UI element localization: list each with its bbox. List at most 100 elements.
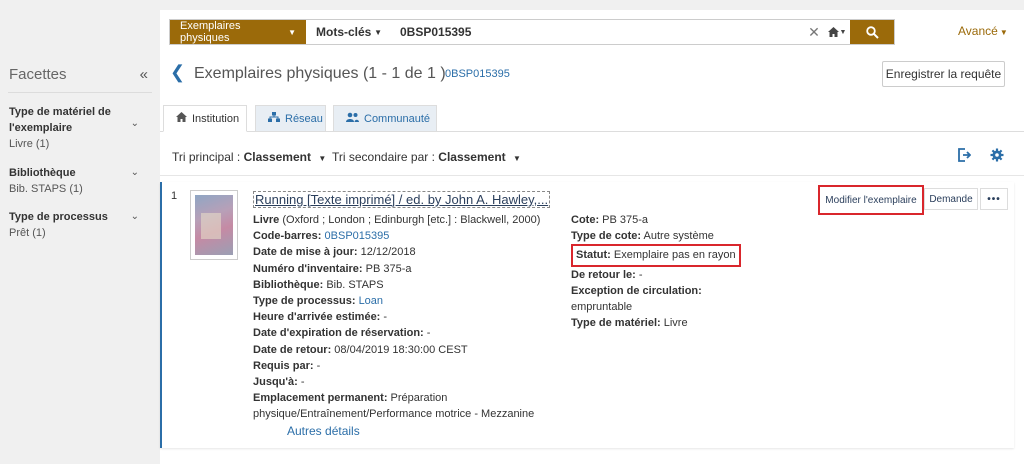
field-key: Exception de circulation:: [571, 284, 702, 297]
primary-sort-dropdown[interactable]: Tri principal : Classement ▼: [172, 150, 326, 164]
secondary-sort-value: Classement: [438, 150, 506, 164]
search-bar: Exemplaires physiques ▼ Mots-clés ▼ ✕ ▼: [169, 19, 895, 45]
field-value: PB 375-a: [599, 214, 649, 226]
field-key: Livre: [253, 214, 280, 226]
field-key: Heure d'arrivée estimée:: [253, 311, 381, 324]
primary-sort-value: Classement: [243, 150, 311, 164]
request-button[interactable]: Demande: [924, 188, 978, 210]
field-value: -: [635, 268, 643, 281]
field-row: Type de cote: Autre système: [571, 228, 851, 244]
cover-image: [195, 195, 233, 255]
home-icon: [176, 112, 187, 125]
field-key: Numéro d'inventaire:: [253, 262, 363, 275]
page-title: Exemplaires physiques (1 - 1 de 1 ): [194, 65, 446, 82]
field-value: -: [313, 359, 321, 372]
primary-sort-label: Tri principal :: [172, 150, 241, 164]
field-key: Code-barres:: [253, 230, 322, 243]
right-fields: Cote: PB 375-a Type de cote: Autre systè…: [571, 212, 851, 331]
field-value: empruntable: [571, 301, 633, 314]
barcode-link[interactable]: 0BSP015395: [325, 230, 390, 242]
field-value: -: [297, 376, 305, 389]
field-key: Type de matériel:: [571, 317, 661, 330]
field-value: (Oxford ; London ; Edinburgh [etc.] : Bl…: [279, 214, 541, 226]
field-row: De retour le: -: [571, 267, 851, 283]
field-key: Statut:: [576, 249, 611, 262]
field-row: Emplacement permanent: Préparation physi…: [253, 390, 543, 422]
facet-value[interactable]: Prêt (1): [9, 227, 139, 239]
field-value: PB 375-a: [362, 262, 412, 275]
field-row: Livre (Oxford ; London ; Edinburgh [etc.…: [253, 212, 553, 228]
more-details-link[interactable]: Autres détails: [287, 424, 360, 438]
users-icon: [346, 112, 359, 125]
secondary-sort-dropdown[interactable]: Tri secondaire par : Classement ▼: [332, 150, 521, 164]
field-row: Type de matériel: Livre: [571, 315, 851, 331]
main-panel: Exemplaires physiques ▼ Mots-clés ▼ ✕ ▼ …: [160, 10, 1024, 464]
tab-label: Institution: [192, 112, 240, 125]
field-row: Statut: Exemplaire pas en rayon: [571, 244, 851, 267]
chevron-down-icon[interactable]: ⌄: [131, 118, 139, 129]
field-value: -: [380, 311, 388, 324]
divider: [8, 92, 152, 93]
home-scope-icon[interactable]: ▼: [824, 20, 850, 44]
chevron-down-icon[interactable]: ⌄: [131, 167, 139, 178]
field-key: De retour le:: [571, 268, 636, 281]
field-row: Cote: PB 375-a: [571, 212, 851, 228]
field-key: Date de mise à jour:: [253, 246, 358, 259]
result-card: 1 Running [Texte imprimé] / ed. by John …: [160, 182, 1014, 448]
field-row: Exception de circulation: empruntable: [571, 283, 851, 315]
field-key: Type de processus:: [253, 295, 356, 308]
search-icon: [865, 25, 879, 39]
caret-down-icon: ▼: [513, 154, 521, 163]
field-value: 12/12/2018: [357, 246, 416, 259]
record-title-link[interactable]: Running [Texte imprimé] / ed. by John A.…: [253, 191, 551, 208]
more-actions-button[interactable]: •••: [980, 188, 1008, 210]
gear-icon[interactable]: [990, 148, 1004, 165]
field-key: Jusqu'à:: [253, 376, 298, 389]
divider: [160, 175, 1024, 176]
field-value: Livre: [660, 317, 688, 330]
edit-item-button[interactable]: Modifier l'exemplaire: [818, 185, 924, 215]
field-key: Date de retour:: [253, 343, 332, 356]
collapse-left-icon[interactable]: «: [140, 66, 148, 83]
field-key: Cote:: [571, 214, 600, 226]
facets-panel: Facettes « Type de matériel de l'exempla…: [0, 0, 160, 464]
facet-group-library[interactable]: Bibliothèque Bib. STAPS (1) ⌄: [9, 165, 139, 195]
title-barcode: 0BSP015395: [445, 68, 510, 80]
facet-title: Type de matériel de l'exemplaire: [9, 106, 111, 134]
caret-down-icon: ▼: [374, 27, 382, 37]
tab-community[interactable]: Communauté: [333, 105, 437, 132]
caret-down-icon: ▼: [999, 28, 1008, 37]
advanced-search-link[interactable]: Avancé ▼: [958, 24, 1008, 38]
network-icon: [268, 112, 280, 125]
field-row: Bibliothèque: Bib. STAPS: [253, 277, 553, 293]
field-row: Jusqu'à: -: [253, 374, 553, 390]
field-row: Date de mise à jour: 12/12/2018: [253, 244, 553, 260]
search-input[interactable]: [392, 20, 804, 44]
book-cover-thumbnail[interactable]: [190, 190, 238, 260]
facets-header: Facettes «: [9, 64, 148, 84]
facet-value[interactable]: Bib. STAPS (1): [9, 183, 139, 195]
status-highlight: Statut: Exemplaire pas en rayon: [571, 244, 741, 267]
facet-group-material-type[interactable]: Type de matériel de l'exemplaire Livre (…: [9, 104, 139, 150]
search-scope-dropdown[interactable]: Exemplaires physiques ▼: [170, 20, 306, 44]
search-field-label: Mots-clés: [316, 25, 372, 39]
field-key: Type de cote:: [571, 230, 642, 243]
search-button[interactable]: [850, 20, 894, 44]
clear-search-icon[interactable]: ✕: [804, 20, 824, 44]
field-key: Emplacement permanent:: [253, 392, 388, 405]
search-field-dropdown[interactable]: Mots-clés ▼: [306, 20, 392, 44]
export-icon[interactable]: [957, 148, 972, 165]
field-key: Bibliothèque:: [253, 278, 324, 291]
chevron-down-icon[interactable]: ⌄: [131, 211, 139, 222]
save-query-button[interactable]: Enregistrer la requête: [882, 61, 1005, 87]
facet-group-process-type[interactable]: Type de processus Prêt (1) ⌄: [9, 209, 139, 239]
process-type-link[interactable]: Loan: [359, 295, 383, 307]
facet-value[interactable]: Livre (1): [9, 138, 139, 150]
back-arrow-icon[interactable]: ❮: [170, 62, 185, 83]
secondary-sort-label: Tri secondaire par :: [332, 150, 435, 164]
tab-network[interactable]: Réseau: [255, 105, 326, 132]
tab-institution[interactable]: Institution: [163, 105, 247, 132]
advanced-label: Avancé: [958, 24, 998, 38]
caret-down-icon: ▼: [318, 154, 327, 163]
caret-down-icon: ▼: [288, 27, 296, 37]
